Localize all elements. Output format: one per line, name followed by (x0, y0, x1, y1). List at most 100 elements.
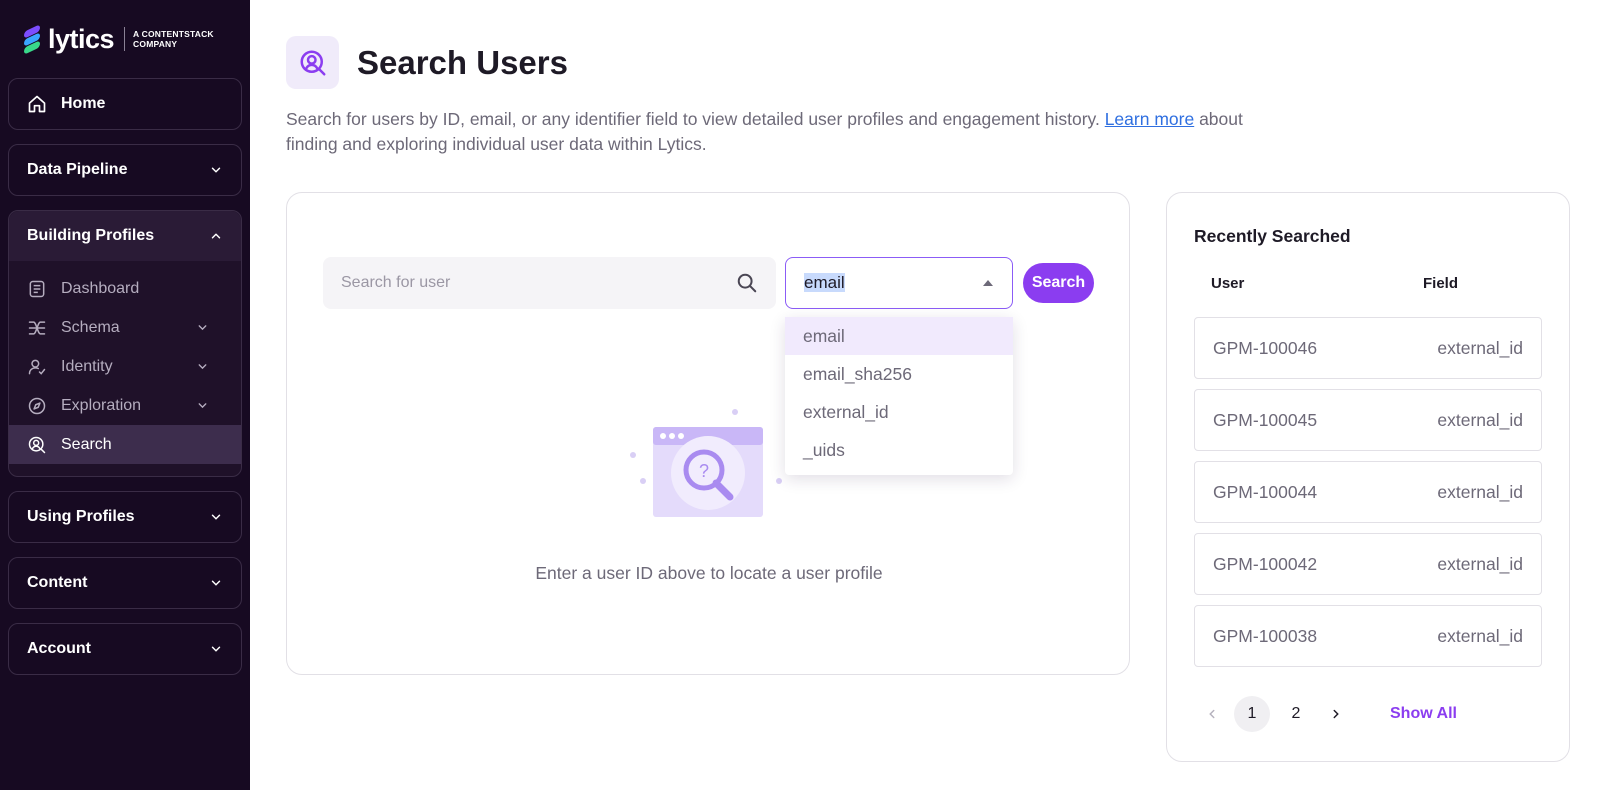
pagination-page-1[interactable]: 1 (1234, 696, 1270, 732)
recent-search-row[interactable]: GPM-100038 external_id (1194, 605, 1542, 667)
column-header-user: User (1211, 275, 1245, 292)
sidebar-section-label: Account (27, 640, 91, 657)
learn-more-link[interactable]: Learn more (1105, 109, 1195, 129)
building-profiles-items: Dashboard Schema Identity Exploration Se… (9, 261, 241, 476)
show-all-link[interactable]: Show All (1390, 705, 1457, 723)
chevron-down-icon (198, 403, 207, 409)
recent-field: external_id (1437, 337, 1523, 358)
page-description: Search for users by ID, email, or any id… (286, 107, 1296, 157)
sidebar-section-using-profiles[interactable]: Using Profiles (9, 492, 241, 542)
field-select-selected-text: email (804, 273, 845, 292)
empty-search-illustration: ? (630, 409, 782, 517)
sidebar-item-home[interactable]: Home (9, 79, 241, 129)
sidebar-item-label: Exploration (61, 396, 142, 414)
chevron-up-icon (211, 233, 221, 239)
sidebar-section-account[interactable]: Account (9, 624, 241, 674)
sidebar-section-label: Using Profiles (27, 508, 135, 525)
lytics-logo-icon (22, 24, 44, 55)
page-title: Search Users (357, 43, 568, 81)
search-button[interactable]: Search (1023, 263, 1094, 303)
home-icon (28, 95, 46, 113)
recent-user: GPM-100038 (1213, 625, 1318, 646)
recent-field: external_id (1437, 553, 1523, 574)
sidebar-item-search[interactable]: Search (9, 425, 241, 464)
chevron-down-icon (211, 646, 221, 652)
compass-icon (28, 397, 46, 414)
recent-field: external_id (1437, 625, 1523, 646)
sidebar-item-home-label: Home (61, 95, 106, 112)
sidebar-item-label: Schema (61, 318, 120, 336)
sidebar-section-label: Content (27, 574, 88, 591)
sidebar-section-building-profiles[interactable]: Building Profiles (9, 211, 241, 261)
chevron-down-icon (211, 167, 221, 173)
user-search-icon (286, 36, 339, 89)
nav-building-profiles: Building Profiles Dashboard Schema Ident… (8, 210, 242, 477)
recent-search-row[interactable]: GPM-100044 external_id (1194, 461, 1542, 523)
chevron-down-icon (211, 580, 221, 586)
field-select[interactable]: email (785, 257, 1013, 309)
chevron-right-icon (1333, 709, 1339, 719)
recent-user: GPM-100042 (1213, 553, 1318, 574)
nav-content: Content (8, 557, 242, 609)
description-text: Search for users by ID, email, or any id… (286, 109, 1105, 129)
sidebar-item-schema[interactable]: Schema (9, 308, 241, 347)
nav-account: Account (8, 623, 242, 675)
empty-state-message: Enter a user ID above to locate a user p… (535, 563, 883, 583)
pagination-next-button[interactable] (1318, 696, 1354, 732)
logo-divider (124, 27, 126, 51)
chevron-down-icon (198, 325, 207, 331)
recent-user: GPM-100046 (1213, 337, 1318, 358)
brand-tagline-line1: A CONTENTSTACK (133, 29, 214, 39)
recently-searched-title: Recently Searched (1194, 226, 1351, 246)
svg-text:?: ? (699, 461, 709, 481)
sidebar-section-label: Building Profiles (27, 227, 155, 244)
recent-field: external_id (1437, 409, 1523, 430)
sidebar-item-dashboard[interactable]: Dashboard (9, 269, 241, 308)
pagination-prev-button[interactable] (1194, 696, 1230, 732)
pagination: 1 2 Show All (1194, 696, 1457, 732)
nav-home: Home (8, 78, 242, 130)
search-panel: email Search email email_sha256 external… (286, 192, 1130, 675)
schema-icon (28, 320, 46, 335)
brand-tagline: A CONTENTSTACK COMPANY (133, 29, 214, 49)
main-content: Search Users Search for users by ID, ema… (250, 0, 1600, 790)
sidebar-section-data-pipeline[interactable]: Data Pipeline (9, 145, 241, 195)
dropdown-option-email[interactable]: email (785, 317, 1013, 355)
nav-using-profiles: Using Profiles (8, 491, 242, 543)
sidebar-item-label: Search (61, 435, 112, 453)
sidebar: lytics A CONTENTSTACK COMPANY Home Data … (0, 0, 250, 790)
recent-field: external_id (1437, 481, 1523, 502)
pagination-page-2[interactable]: 2 (1278, 696, 1314, 732)
caret-up-icon (983, 280, 993, 286)
field-select-value: email (804, 273, 982, 293)
recently-searched-panel: Recently Searched User Field GPM-100046 … (1166, 192, 1570, 762)
chevron-left-icon (1209, 709, 1215, 719)
sidebar-item-label: Identity (61, 357, 113, 375)
recent-search-row[interactable]: GPM-100046 external_id (1194, 317, 1542, 379)
search-input-box[interactable] (323, 257, 776, 309)
recent-searches-list: GPM-100046 external_id GPM-100045 extern… (1194, 317, 1542, 677)
sidebar-item-identity[interactable]: Identity (9, 347, 241, 386)
column-header-field: Field (1423, 275, 1459, 292)
brand-tagline-line2: COMPANY (133, 39, 178, 49)
nav-data-pipeline: Data Pipeline (8, 144, 242, 196)
field-dropdown-menu: email email_sha256 external_id _uids (785, 317, 1013, 475)
document-list-icon (29, 280, 45, 297)
sidebar-section-content[interactable]: Content (9, 558, 241, 608)
dropdown-option-email-sha256[interactable]: email_sha256 (785, 355, 1013, 393)
sidebar-item-exploration[interactable]: Exploration (9, 386, 241, 425)
sidebar-section-label: Data Pipeline (27, 161, 128, 178)
brand-name: lytics (48, 23, 115, 54)
user-check-icon (28, 359, 46, 375)
dropdown-option-uids[interactable]: _uids (785, 431, 1013, 469)
user-search-icon (28, 436, 46, 453)
recent-search-row[interactable]: GPM-100045 external_id (1194, 389, 1542, 451)
recent-user: GPM-100045 (1213, 409, 1318, 430)
dropdown-option-external-id[interactable]: external_id (785, 393, 1013, 431)
search-input[interactable] (341, 274, 736, 292)
sidebar-item-label: Dashboard (61, 279, 140, 297)
search-icon[interactable] (736, 272, 758, 294)
recent-search-row[interactable]: GPM-100042 external_id (1194, 533, 1542, 595)
lytics-logo[interactable]: lytics A CONTENTSTACK COMPANY (8, 0, 242, 78)
recent-user: GPM-100044 (1213, 481, 1318, 502)
